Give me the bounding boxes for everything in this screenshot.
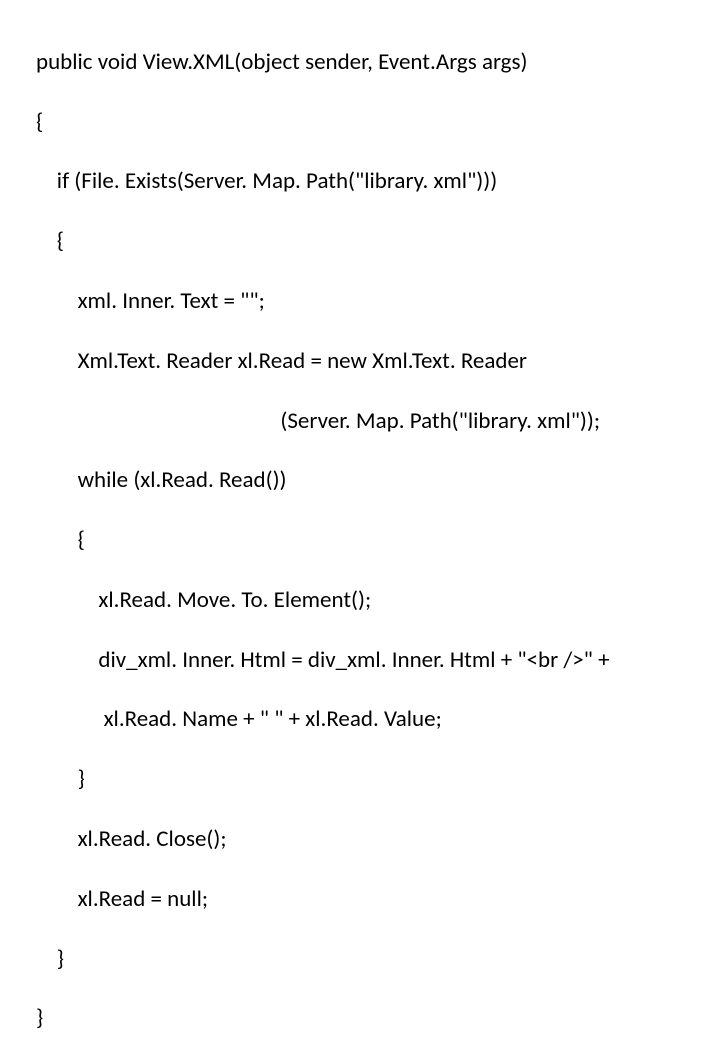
code-line: xml. Inner. Text = ""; xyxy=(36,287,720,317)
code-line: } xyxy=(36,765,720,795)
code-line: xl.Read = null; xyxy=(36,885,720,915)
code-line: } xyxy=(36,945,720,975)
code-line: while (xl.Read. Read()) xyxy=(36,466,720,496)
code-line: { xyxy=(36,526,720,556)
code-line: { xyxy=(36,227,720,257)
code-line: xl.Read. Close(); xyxy=(36,825,720,855)
code-line: { xyxy=(36,108,720,138)
code-line: xl.Read. Move. To. Element(); xyxy=(36,586,720,616)
code-line: public void View.XML(object sender, Even… xyxy=(36,48,720,78)
code-slide: public void View.XML(object sender, Even… xyxy=(0,0,720,1064)
code-line: Xml.Text. Reader xl.Read = new Xml.Text.… xyxy=(36,347,720,377)
code-line: (Server. Map. Path("library. xml")); xyxy=(36,407,720,437)
code-line: } xyxy=(36,1004,720,1034)
code-line: xl.Read. Name + " " + xl.Read. Value; xyxy=(36,705,720,735)
code-line: if (File. Exists(Server. Map. Path("libr… xyxy=(36,167,720,197)
code-line: div_xml. Inner. Html = div_xml. Inner. H… xyxy=(36,646,720,676)
